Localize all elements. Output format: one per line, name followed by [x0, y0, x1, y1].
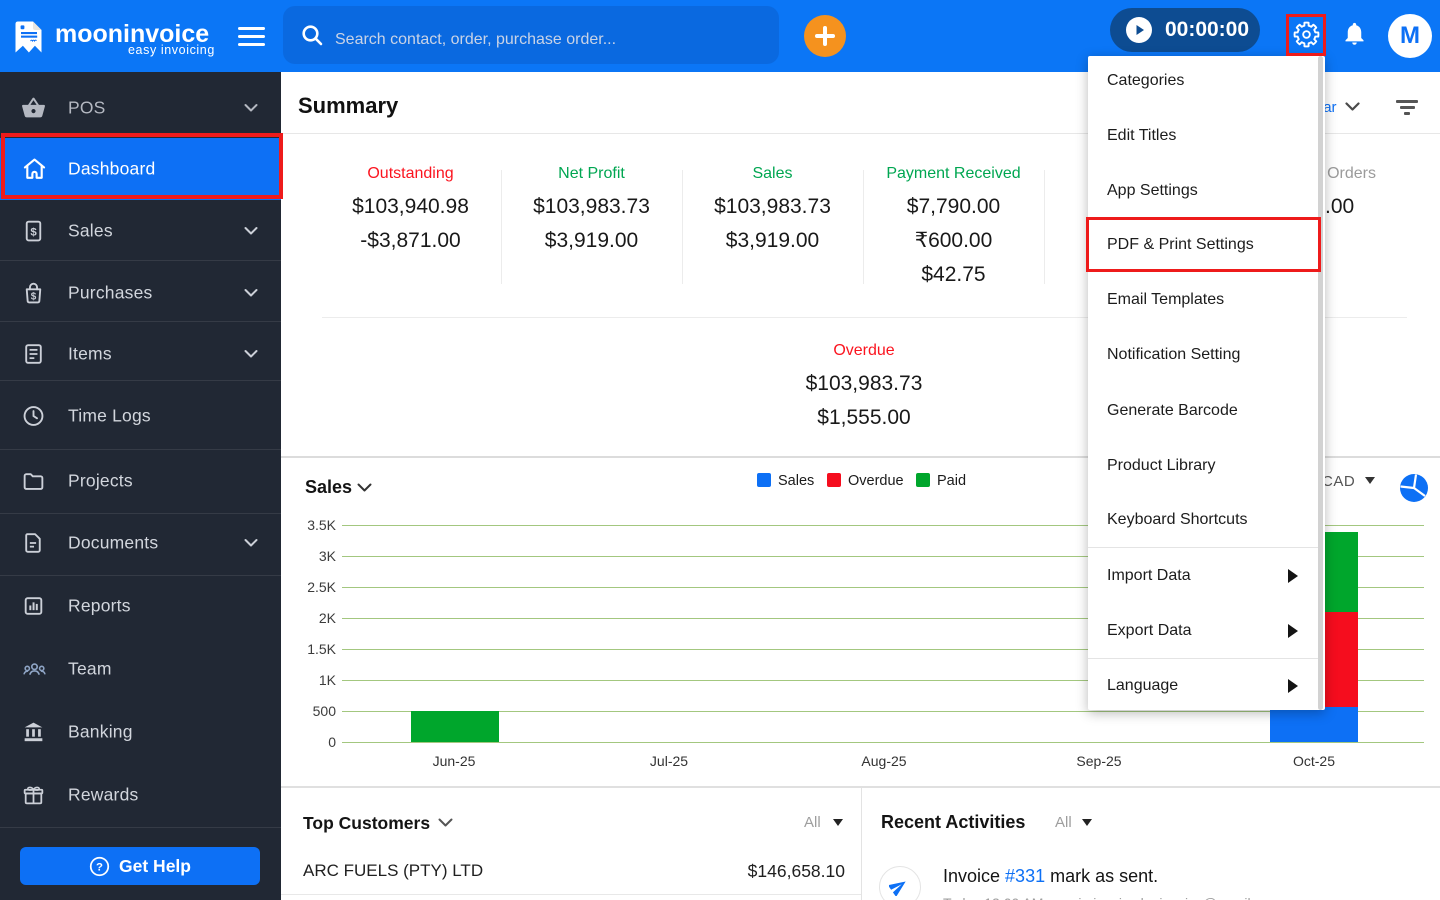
svg-text:?: ? — [96, 861, 103, 873]
svg-text:$: $ — [30, 226, 37, 238]
svg-text:$: $ — [31, 291, 37, 302]
